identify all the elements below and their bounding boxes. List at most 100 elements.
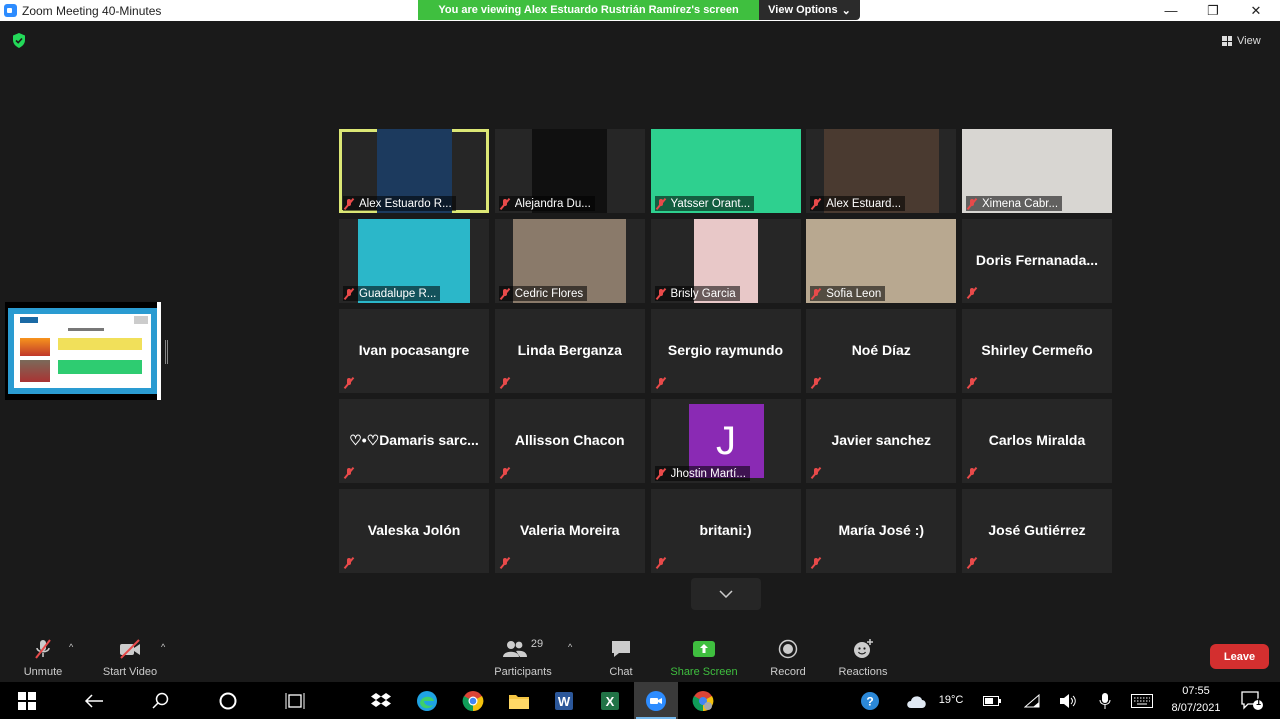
muted-microphone-icon [499, 557, 511, 569]
participant-name: Yatsser Orant... [670, 197, 751, 210]
reactions-button[interactable]: Reactions [837, 638, 889, 678]
view-label: View [1237, 35, 1261, 47]
participant-tile[interactable]: Yatsser Orant... [650, 129, 801, 213]
participant-tile[interactable]: Allisson Chacon [494, 399, 645, 483]
video-options-caret-icon[interactable]: ^ [161, 642, 165, 652]
svg-text:?: ? [866, 694, 873, 708]
participant-tile[interactable]: Doris Fernanada... [962, 219, 1112, 303]
share-screen-button[interactable]: Share Screen [670, 638, 738, 678]
participant-tile[interactable]: Carlos Miralda [962, 399, 1112, 483]
participant-name: Ivan pocasangre [358, 342, 470, 358]
word-icon[interactable]: W [542, 682, 586, 719]
keyboard-input-icon[interactable] [1120, 682, 1164, 719]
shared-screen-thumbnail[interactable] [5, 302, 161, 400]
participant-name-label: Jhostin Martí... [654, 466, 750, 481]
muted-microphone-icon [343, 198, 355, 210]
participant-tile[interactable]: Alex Estuard... [806, 129, 957, 213]
grid-view-icon [1222, 36, 1232, 46]
file-explorer-icon[interactable] [497, 682, 541, 719]
chrome-profile-icon[interactable] [681, 682, 725, 719]
participant-name-label: Sofia Leon [810, 286, 886, 301]
participant-tile[interactable]: Cedric Flores [494, 219, 645, 303]
participant-tile[interactable]: María José :) [806, 489, 957, 573]
zoom-app-icon[interactable] [634, 682, 678, 719]
participant-tile[interactable]: J Jhostin Martí... [650, 399, 801, 483]
participant-name-label: Cedric Flores [498, 286, 588, 301]
task-view-icon[interactable] [273, 682, 317, 719]
chat-button[interactable]: Chat [604, 638, 638, 678]
participant-tile[interactable]: Shirley Cermeño [962, 309, 1112, 393]
participant-tile[interactable]: Alex Estuardo R... [339, 129, 489, 213]
start-video-button[interactable]: Start Video [101, 638, 159, 678]
participant-tile[interactable]: Alejandra Du... [494, 129, 645, 213]
participant-tile[interactable]: José Gutiérrez [962, 489, 1112, 573]
participant-name: Sergio raymundo [667, 342, 784, 358]
next-page-button[interactable] [691, 578, 761, 610]
search-icon[interactable] [139, 682, 183, 719]
muted-microphone-icon [33, 638, 53, 660]
record-button[interactable]: Record [768, 638, 808, 678]
panel-splitter-handle[interactable] [165, 340, 168, 364]
participant-tile[interactable]: britani:) [650, 489, 801, 573]
minimize-button[interactable]: — [1149, 0, 1193, 21]
back-arrow-icon[interactable] [72, 682, 116, 719]
participant-name: Doris Fernanada... [975, 252, 1099, 268]
participants-options-caret-icon[interactable]: ^ [568, 642, 572, 652]
muted-microphone-icon [810, 377, 822, 389]
participant-name: Alejandra Du... [514, 197, 591, 210]
muted-microphone-icon [343, 288, 355, 300]
battery-icon[interactable] [970, 682, 1014, 719]
participant-tile[interactable]: Linda Berganza [494, 309, 645, 393]
view-options-button[interactable]: View Options ⌄ [759, 0, 860, 20]
participant-tile[interactable]: Ivan pocasangre [339, 309, 489, 393]
notifications-icon[interactable]: 1 [1230, 682, 1274, 719]
participant-tile[interactable]: Valeska Jolón [339, 489, 489, 573]
muted-microphone-icon [499, 288, 511, 300]
share-screen-label: Share Screen [670, 666, 738, 678]
leave-meeting-button[interactable]: Leave [1210, 644, 1269, 669]
participant-name: ♡•♡Damaris sarc... [349, 432, 479, 448]
participant-tile[interactable]: ♡•♡Damaris sarc... [339, 399, 489, 483]
restore-button[interactable]: ❐ [1191, 0, 1235, 21]
participant-tile[interactable]: Ximena Cabr... [962, 129, 1112, 213]
reactions-label: Reactions [838, 666, 888, 678]
participant-name-label: Yatsser Orant... [654, 196, 755, 211]
participant-name-label: Alejandra Du... [498, 196, 595, 211]
window-title: Zoom Meeting 40-Minutes [22, 3, 162, 18]
windows-start-icon[interactable] [5, 682, 49, 719]
participant-name-label: Brisly Garcia [654, 286, 740, 301]
muted-microphone-icon [343, 377, 355, 389]
edge-browser-icon[interactable] [405, 682, 449, 719]
cortana-circle-icon[interactable] [206, 682, 250, 719]
muted-microphone-icon [966, 557, 978, 569]
participant-name: José Gutiérrez [988, 522, 1086, 538]
clock-time[interactable]: 07:55 [1166, 685, 1226, 697]
chat-label: Chat [609, 666, 633, 678]
security-shield-icon[interactable] [12, 33, 26, 48]
participants-button[interactable]: 29 Participants [492, 638, 554, 678]
excel-icon[interactable]: X [588, 682, 632, 719]
participant-name-label: Alex Estuard... [810, 196, 906, 211]
weather-cloud-icon[interactable] [895, 682, 939, 719]
notifications-count: 1 [1256, 697, 1262, 707]
participant-tile[interactable]: Guadalupe R... [339, 219, 489, 303]
close-button[interactable]: ✕ [1234, 0, 1278, 21]
participant-tile[interactable]: Noé Díaz [806, 309, 957, 393]
muted-microphone-icon [655, 377, 667, 389]
clock-date[interactable]: 8/07/2021 [1166, 702, 1226, 714]
audio-options-caret-icon[interactable]: ^ [69, 642, 73, 652]
participant-tile[interactable]: Sofia Leon [806, 219, 957, 303]
dropbox-icon[interactable] [359, 682, 403, 719]
participant-name: Shirley Cermeño [981, 342, 1093, 358]
view-button[interactable]: View [1222, 32, 1261, 50]
help-icon[interactable]: ? [848, 682, 892, 719]
reactions-smiley-icon [852, 638, 874, 660]
weather-temperature[interactable]: 19°C [935, 694, 967, 706]
muted-microphone-icon [655, 198, 667, 210]
chrome-browser-icon[interactable] [451, 682, 495, 719]
participant-tile[interactable]: Valeria Moreira [494, 489, 645, 573]
participant-tile[interactable]: Javier sanchez [806, 399, 957, 483]
participant-tile[interactable]: Sergio raymundo [650, 309, 801, 393]
unmute-button[interactable]: Unmute [22, 638, 64, 678]
participant-tile[interactable]: Brisly Garcia [650, 219, 801, 303]
